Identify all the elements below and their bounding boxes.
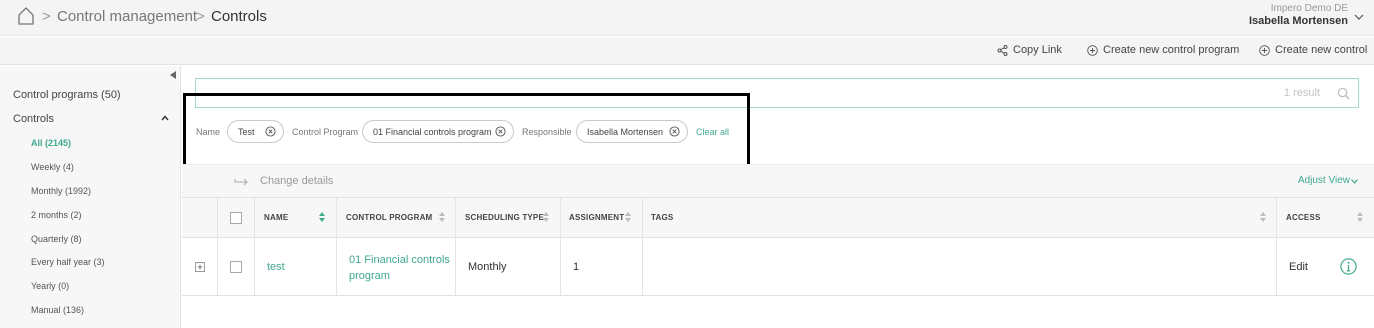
column-header-scheduling-type[interactable]: SCHEDULING TYPE — [465, 213, 544, 222]
plus-circle-icon — [1259, 44, 1270, 56]
filter-chip-responsible[interactable]: Isabella Mortensen — [576, 120, 688, 143]
column-divider — [1276, 238, 1277, 295]
sidebar-item-half-year[interactable]: Every half year (3) — [31, 257, 105, 267]
filter-program-label: Control Program — [292, 127, 359, 137]
share-icon — [997, 44, 1008, 56]
clear-all-link[interactable]: Clear all — [696, 127, 729, 137]
sort-icon[interactable] — [319, 212, 325, 222]
home-icon[interactable] — [16, 6, 36, 26]
column-divider — [455, 238, 456, 295]
filter-chip-name[interactable]: Test — [227, 120, 284, 143]
sidebar-item-weekly[interactable]: Weekly (4) — [31, 162, 74, 172]
user-name: Isabella Mortensen — [1248, 15, 1348, 27]
column-divider — [455, 198, 456, 237]
filter-responsible-label: Responsible — [522, 127, 572, 137]
info-icon[interactable] — [1340, 258, 1357, 275]
table-row[interactable]: test 01 Financial controls program Month… — [182, 238, 1374, 296]
column-divider — [560, 198, 561, 237]
copy-link-button[interactable]: Copy Link — [997, 44, 1062, 56]
top-header: > Control management > Controls Impero D… — [0, 0, 1374, 36]
column-divider — [254, 198, 255, 237]
change-details-button[interactable]: Change details — [260, 175, 333, 187]
filter-chip-program-value: 01 Financial controls program — [373, 126, 492, 137]
sidebar-item-quarterly[interactable]: Quarterly (8) — [31, 234, 82, 244]
sidebar-item-controls[interactable]: Controls — [13, 113, 54, 125]
create-control-button[interactable]: Create new control — [1259, 44, 1367, 56]
column-divider — [336, 198, 337, 237]
breadcrumb-separator: > — [42, 8, 51, 25]
control-program-line-2: program — [349, 270, 390, 282]
column-divider — [217, 238, 218, 295]
column-header-assignment[interactable]: ASSIGNMENT — [569, 213, 624, 222]
column-divider — [1276, 198, 1277, 237]
row-checkbox[interactable] — [230, 261, 242, 273]
breadcrumb-separator: > — [196, 8, 205, 25]
filter-chip-program[interactable]: 01 Financial controls program — [362, 120, 514, 143]
chevron-down-icon[interactable] — [1354, 12, 1364, 22]
sidebar-item-manual[interactable]: Manual (136) — [31, 305, 84, 315]
select-all-checkbox[interactable] — [230, 212, 242, 224]
column-header-access[interactable]: ACCESS — [1286, 213, 1321, 222]
table-header: NAME CONTROL PROGRAM SCHEDULING TYPE ASS… — [182, 198, 1374, 238]
breadcrumb-control-management[interactable]: Control management — [57, 8, 197, 25]
access-edit-link[interactable]: Edit — [1289, 261, 1308, 273]
close-icon[interactable] — [265, 126, 276, 137]
result-count: 1 result — [1283, 87, 1320, 99]
filter-chip-name-value: Test — [238, 126, 255, 137]
close-icon[interactable] — [495, 126, 506, 137]
action-bar: Copy Link Create new control program Cre… — [0, 37, 1374, 65]
filter-chip-responsible-value: Isabella Mortensen — [587, 126, 664, 137]
sort-icon[interactable] — [1357, 212, 1363, 222]
control-program-line-1: 01 Financial controls — [349, 254, 450, 266]
sidebar-item-2-months[interactable]: 2 months (2) — [31, 210, 82, 220]
collapse-sidebar-icon[interactable] — [170, 71, 176, 79]
control-name-link[interactable]: test — [267, 261, 285, 273]
sidebar: Control programs (50) Controls All (2145… — [0, 66, 181, 328]
arrow-right-icon — [234, 178, 248, 186]
sidebar-item-control-programs[interactable]: Control programs (50) — [13, 89, 121, 101]
create-program-button[interactable]: Create new control program — [1087, 44, 1239, 56]
search-icon[interactable] — [1337, 87, 1350, 100]
sidebar-item-yearly[interactable]: Yearly (0) — [31, 281, 69, 291]
sidebar-item-monthly[interactable]: Monthly (1992) — [31, 186, 91, 196]
create-control-label: Create new control — [1275, 44, 1368, 56]
org-name: Impero Demo DE — [1270, 3, 1348, 14]
user-menu[interactable]: Impero Demo DE Isabella Mortensen — [1249, 3, 1348, 28]
copy-link-label: Copy Link — [1013, 44, 1062, 56]
column-divider — [336, 238, 337, 295]
column-divider — [217, 198, 218, 237]
column-divider — [254, 238, 255, 295]
close-icon[interactable] — [669, 126, 680, 137]
search-input[interactable]: 1 result — [195, 78, 1359, 108]
plus-circle-icon — [1087, 44, 1098, 56]
expand-row-icon[interactable] — [195, 262, 205, 272]
sidebar-item-all[interactable]: All (2145) — [31, 138, 71, 148]
column-divider — [642, 198, 643, 237]
sort-icon[interactable] — [625, 212, 631, 222]
column-header-name[interactable]: NAME — [264, 213, 288, 222]
scheduling-type-cell: Monthly — [468, 261, 507, 273]
sort-icon[interactable] — [543, 212, 549, 222]
sort-icon[interactable] — [1260, 212, 1266, 222]
chevron-down-icon[interactable] — [1351, 179, 1358, 184]
breadcrumb-controls: Controls — [211, 8, 267, 25]
column-header-control-program[interactable]: CONTROL PROGRAM — [346, 213, 432, 222]
column-divider — [642, 238, 643, 295]
sort-icon[interactable] — [439, 212, 445, 222]
assignment-cell: 1 — [573, 261, 580, 273]
adjust-view-button[interactable]: Adjust View — [1298, 175, 1350, 186]
column-divider — [560, 238, 561, 295]
create-program-label: Create new control program — [1103, 44, 1240, 56]
control-program-link[interactable]: 01 Financial controls program — [349, 252, 450, 284]
column-header-tags[interactable]: TAGS — [651, 213, 673, 222]
chevron-up-icon[interactable] — [161, 115, 169, 121]
filter-name-label: Name — [196, 127, 221, 137]
table-toolbar: Change details Adjust View — [182, 164, 1374, 198]
